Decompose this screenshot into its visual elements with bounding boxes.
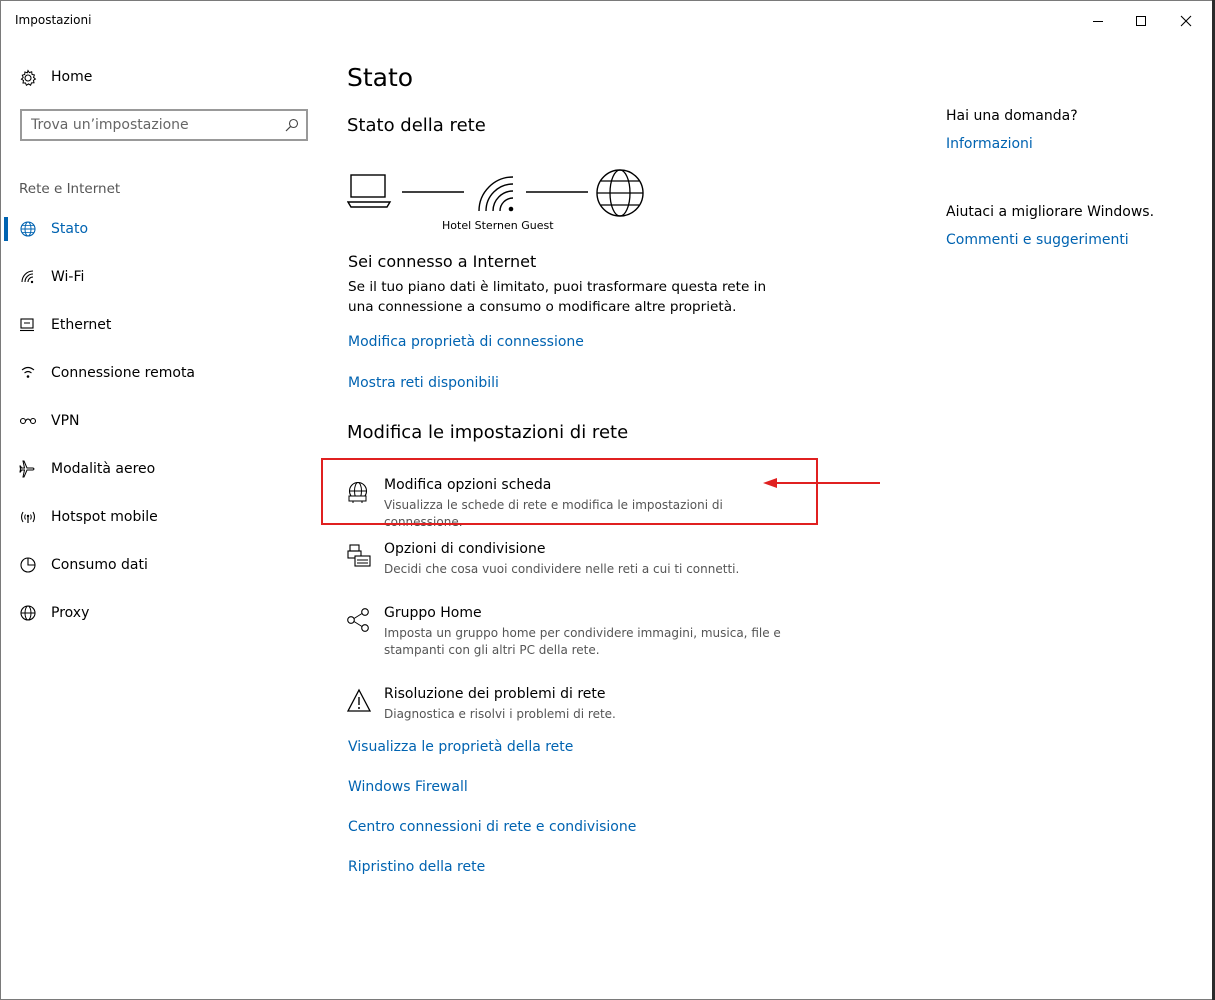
active-indicator (4, 217, 8, 241)
info-link[interactable]: Informazioni (946, 136, 1033, 152)
close-button[interactable] (1163, 1, 1209, 41)
wifi-signal-icon (478, 176, 514, 212)
maximize-button[interactable] (1118, 1, 1164, 41)
option-troubleshoot[interactable]: Risoluzione dei problemi di rete Diagnos… (341, 686, 821, 736)
warning-triangle-icon (346, 688, 372, 712)
section-label: Rete e Internet (19, 181, 121, 197)
network-name: Hotel Sternen Guest (442, 219, 554, 232)
proxy-globe-icon (20, 605, 36, 621)
option-homegroup[interactable]: Gruppo Home Imposta un gruppo home per c… (341, 605, 821, 671)
sidebar-item-ethernet[interactable]: Ethernet (1, 305, 321, 345)
sidebar-item-label: Modalità aereo (51, 461, 156, 477)
feedback-link[interactable]: Commenti e suggerimenti (946, 232, 1129, 248)
sidebar-item-label: Consumo dati (51, 557, 148, 573)
option-title: Risoluzione dei problemi di rete (384, 686, 606, 702)
sidebar-item-label: Connessione remota (51, 365, 196, 381)
sidebar-item-label: Stato (51, 221, 89, 237)
homegroup-icon (347, 608, 369, 632)
network-status-heading: Stato della rete (347, 115, 486, 136)
annotation-highlight-box (321, 458, 818, 525)
sharing-printer-icon (347, 544, 371, 567)
sidebar-item-vpn[interactable]: VPN (1, 401, 321, 441)
sidebar-item-hotspot-mobile[interactable]: Hotspot mobile (1, 497, 321, 537)
sidebar-item-label: Ethernet (51, 317, 112, 333)
internet-globe-icon (596, 169, 644, 217)
sidebar: Home Rete e Internet Stato (1, 41, 321, 999)
globe-icon (20, 221, 36, 237)
view-network-properties-link[interactable]: Visualizza le proprietà della rete (348, 739, 573, 755)
network-diagram: Hotel Sternen Guest (346, 165, 647, 237)
option-description: Diagnostica e risolvi i problemi di rete… (384, 707, 616, 721)
network-diagram-graphic (346, 169, 644, 217)
maximize-icon (1136, 16, 1146, 26)
settings-window: Impostazioni Home Rete e Internet (0, 0, 1215, 1000)
question-text: Hai una domanda? (946, 108, 1078, 124)
search-input[interactable] (31, 116, 271, 134)
network-reset-link[interactable]: Ripristino della rete (348, 859, 485, 875)
close-icon (1180, 15, 1192, 27)
sidebar-item-stato[interactable]: Stato (1, 209, 321, 249)
minimize-icon (1093, 21, 1103, 22)
sidebar-item-label: Hotspot mobile (51, 509, 158, 525)
hotspot-icon (20, 511, 36, 523)
annotation-arrow-icon (763, 478, 880, 488)
option-description: Imposta un gruppo home per condividere i… (384, 626, 781, 657)
network-sharing-center-link[interactable]: Centro connessioni di rete e condivision… (348, 819, 636, 835)
sidebar-item-label: Wi-Fi (51, 269, 85, 285)
sidebar-item-label: Proxy (51, 605, 90, 621)
wifi-icon (21, 270, 34, 284)
sidebar-item-connessione-remota[interactable]: Connessione remota (1, 353, 321, 393)
connected-heading: Sei connesso a Internet (348, 252, 537, 271)
gear-icon (20, 69, 37, 87)
option-sharing[interactable]: Opzioni di condivisione Decidi che cosa … (341, 541, 821, 591)
page-title: Stato (347, 63, 414, 92)
home-nav-item[interactable]: Home (19, 67, 92, 89)
search-icon[interactable] (284, 117, 300, 133)
vpn-icon (19, 417, 37, 425)
minimize-button[interactable] (1075, 1, 1121, 41)
dialup-icon (21, 366, 35, 378)
show-available-networks-link[interactable]: Mostra reti disponibili (348, 375, 499, 391)
airplane-icon (19, 460, 35, 478)
change-connection-properties-link[interactable]: Modifica proprietà di connessione (348, 334, 584, 350)
option-title: Opzioni di condivisione (384, 541, 546, 557)
change-network-settings-heading: Modifica le impostazioni di rete (347, 422, 629, 443)
sidebar-item-consumo-dati[interactable]: Consumo dati (1, 545, 321, 585)
sidebar-item-proxy[interactable]: Proxy (1, 593, 321, 633)
sidebar-item-label: VPN (51, 413, 80, 429)
ethernet-icon (20, 318, 34, 332)
windows-firewall-link[interactable]: Windows Firewall (348, 779, 468, 795)
title-bar: Impostazioni (1, 1, 1214, 41)
help-panel: Hai una domanda? Informazioni Aiutaci a … (946, 41, 1206, 541)
connected-description: Se il tuo piano dati è limitato, puoi tr… (348, 279, 767, 315)
data-usage-icon (20, 557, 36, 573)
option-title: Gruppo Home (384, 605, 482, 621)
laptop-icon (346, 174, 392, 208)
sidebar-item-modalita-aereo[interactable]: Modalità aereo (1, 449, 321, 489)
sidebar-item-wifi[interactable]: Wi-Fi (1, 257, 321, 297)
option-description: Decidi che cosa vuoi condividere nelle r… (384, 562, 740, 576)
home-label: Home (51, 69, 93, 85)
search-box[interactable] (20, 109, 308, 141)
window-title: Impostazioni (15, 13, 92, 27)
improve-windows-text: Aiutaci a migliorare Windows. (946, 204, 1155, 220)
